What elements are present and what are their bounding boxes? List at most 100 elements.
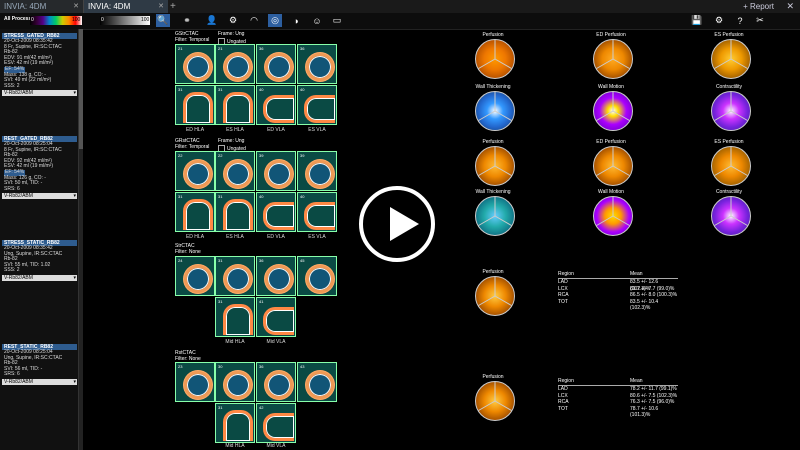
tools-icon[interactable]: ✂ (753, 14, 767, 27)
arc-icon[interactable]: ◠ (247, 14, 261, 27)
slice-label: ES VLA (308, 234, 326, 240)
polar-map[interactable] (593, 196, 633, 236)
polar-segment-line (714, 58, 732, 69)
polar-map[interactable] (711, 196, 751, 236)
slice-label: ED VLA (267, 234, 285, 240)
polar-map[interactable] (475, 39, 515, 79)
polar-map[interactable] (475, 276, 515, 316)
slice-tile[interactable]: 22 (175, 151, 215, 191)
study-select[interactable]: V-Rb82/ABM (2, 90, 77, 97)
region-table: Region Mean LAD 78.2 +/- 11.7 (99.1)% LCX 8… (558, 378, 678, 418)
polar-label: Wall Thickening (475, 189, 511, 195)
target-icon[interactable]: ◎ (268, 14, 282, 27)
slice-tile[interactable]: 31 (175, 85, 215, 125)
polar-segment-line (612, 147, 614, 166)
study-stress-gated[interactable]: STRESS_GATED_RB82 20-Oct-2009 08:35:42 8… (2, 33, 77, 97)
slice-tile[interactable]: 39 (256, 151, 296, 191)
table-header: Region Mean (558, 378, 678, 386)
slice-tile[interactable]: 22 (215, 151, 255, 191)
polar-map[interactable] (711, 146, 751, 186)
slice-tile[interactable]: 40 (256, 192, 296, 232)
slice-tile[interactable]: 31 (215, 403, 255, 443)
slice-tile[interactable]: 31 (175, 192, 215, 232)
polar-map[interactable] (475, 381, 515, 421)
polar-segment-line (714, 215, 732, 226)
slice-tile[interactable]: 43 (297, 362, 337, 402)
slice-tile[interactable]: 21 (175, 44, 215, 84)
polar-segment-line (612, 110, 630, 121)
polar-label: ES Perfusion (714, 32, 744, 38)
slice-tile[interactable]: 39 (297, 151, 337, 191)
slice-tile[interactable]: 31 (215, 192, 255, 232)
save-icon[interactable]: 💾 (690, 14, 704, 27)
add-tab-button[interactable]: + (170, 0, 176, 13)
slice-tile[interactable]: 31 (215, 256, 255, 296)
slice-tile[interactable]: 36 (256, 362, 296, 402)
tab-label: INVIA: 4DM (88, 2, 131, 11)
polar-map[interactable] (475, 196, 515, 236)
panel-scrollbar[interactable] (79, 29, 83, 450)
slice-tile[interactable]: 40 (256, 85, 296, 125)
contour-icon[interactable]: ⚭ (180, 14, 194, 27)
polar-map[interactable] (593, 146, 633, 186)
study-score: SSS: 2 (4, 267, 20, 274)
polar-icon[interactable]: ◑ (289, 14, 303, 27)
polar-segment-line (730, 147, 732, 166)
polar-segment-line (494, 147, 496, 166)
tab-close-icon[interactable]: ✕ (73, 0, 79, 13)
study-rest-static[interactable]: REST_STATIC_RB82 20-Oct-2009 08:25:04 Un… (2, 344, 77, 385)
study-select[interactable]: V-Rb82/ABM (2, 193, 77, 200)
tab-close-icon[interactable]: ✕ (158, 0, 164, 13)
study-stress-static[interactable]: STRESS_STATIC_RB82 20-Oct-2009 08:35:42 … (2, 240, 77, 281)
slice-tile[interactable]: 23 (175, 362, 215, 402)
polar-map[interactable] (475, 146, 515, 186)
slice-tile[interactable]: 31 (215, 297, 255, 337)
slice-tile[interactable]: 24 (175, 256, 215, 296)
gray-scale-max: 100 (141, 17, 150, 23)
polar-segment-line (478, 165, 496, 176)
slice-tile[interactable]: 36 (256, 44, 296, 84)
help-icon[interactable]: ? (733, 14, 747, 27)
polar-segment-line (494, 40, 496, 59)
report-button[interactable]: + Report (743, 0, 774, 13)
slice-tile[interactable]: 21 (215, 44, 255, 84)
polar-segment-line (478, 400, 496, 411)
settings-icon[interactable]: ⚙ (712, 14, 726, 27)
polar-label: Perfusion (482, 32, 504, 38)
tab-invia-1[interactable]: INVIA: 4DM ✕ (0, 0, 84, 13)
study-panel: STRESS_GATED_RB82 20-Oct-2009 08:35:42 8… (0, 29, 79, 450)
slice-tile[interactable]: 40 (297, 85, 337, 125)
monitor-icon[interactable]: ▭ (330, 14, 344, 27)
polar-map[interactable] (593, 91, 633, 131)
slice-tile[interactable]: 42 (256, 403, 296, 443)
polar-map[interactable] (593, 39, 633, 79)
slice-label: ES VLA (308, 127, 326, 133)
polar-label: Perfusion (482, 139, 504, 145)
polar-map[interactable] (711, 39, 751, 79)
close-window-button[interactable]: ✕ (786, 0, 794, 13)
slice-tile[interactable]: 45 (297, 256, 337, 296)
slice-tile[interactable]: 36 (256, 256, 296, 296)
slice-tile[interactable]: 41 (256, 297, 296, 337)
study-rest-gated[interactable]: REST_GATED_RB82 20-Oct-2009 08:25:04 8 F… (2, 136, 77, 200)
study-select[interactable]: V-Rb82/ABM (2, 274, 77, 281)
polar-map[interactable] (711, 91, 751, 131)
slice-tile[interactable]: 31 (215, 85, 255, 125)
polar-label: ES Perfusion (714, 139, 744, 145)
scrollbar-thumb[interactable] (79, 29, 83, 149)
slice-label: Mid VLA (266, 443, 286, 449)
polar-segment-line (730, 92, 732, 111)
study-select[interactable]: V-Rb82/ABM (2, 378, 77, 385)
slice-tile[interactable]: 40 (297, 192, 337, 232)
tab-invia-2[interactable]: INVIA: 4DM ✕ (84, 0, 168, 13)
play-button[interactable] (359, 186, 435, 262)
smiley-icon[interactable]: ☺ (310, 14, 324, 27)
polar-map[interactable] (475, 91, 515, 131)
gear-icon[interactable]: ⚙ (226, 14, 240, 27)
polar-segment-line (494, 215, 512, 226)
person-icon[interactable]: 👤 (205, 14, 219, 27)
slice-tile[interactable]: 36 (297, 44, 337, 84)
view-icon[interactable]: 🔍 (156, 14, 170, 27)
slice-tile[interactable]: 30 (215, 362, 255, 402)
polar-segment-line (494, 110, 512, 121)
